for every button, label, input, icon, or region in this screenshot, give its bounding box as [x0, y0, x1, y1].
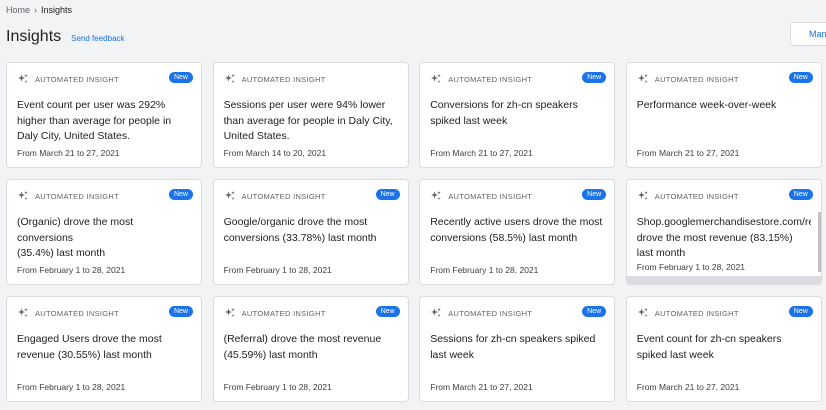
insight-text: (Organic) drove the most conversions (35… [17, 216, 134, 259]
insight-date: From March 21 to 27, 2021 [636, 382, 740, 392]
insight-date: From February 1 to 28, 2021 [223, 265, 332, 275]
insight-date: From February 1 to 28, 2021 [636, 262, 745, 272]
sparkle-icon [637, 74, 648, 83]
card-header: AUTOMATED INSIGHT [637, 190, 811, 202]
card-kind-label: AUTOMATED INSIGHT [241, 191, 326, 201]
insight-card[interactable]: AUTOMATED INSIGHT New Performance week-o… [625, 62, 822, 168]
card-kind-label: AUTOMATED INSIGHT [448, 308, 533, 318]
insight-date: From March 21 to 27, 2021 [17, 148, 120, 158]
new-badge: New [375, 306, 400, 317]
insight-date: From March 21 to 27, 2021 [636, 148, 740, 158]
card-header: AUTOMATED INSIGHT [430, 307, 604, 319]
insight-card[interactable]: AUTOMATED INSIGHT New Event count for zh… [625, 296, 822, 402]
insight-card[interactable]: AUTOMATED INSIGHT New Recently active us… [419, 179, 616, 285]
sparkle-icon [18, 308, 28, 317]
new-badge: New [788, 72, 813, 83]
card-header: AUTOMATED INSIGHT [224, 73, 398, 85]
new-badge: New [582, 306, 607, 317]
insight-card[interactable]: AUTOMATED INSIGHT New (Organic) drove th… [6, 179, 202, 285]
insight-text: Google/organic drove the most conversion… [223, 216, 377, 244]
sparkle-icon [18, 191, 28, 200]
card-header: AUTOMATED INSIGHT [430, 73, 604, 85]
new-badge: New [582, 189, 607, 200]
card-kind-label: AUTOMATED INSIGHT [35, 191, 119, 201]
insight-text: Conversions for zh-cn speakers spiked la… [430, 99, 578, 127]
new-badge: New [168, 72, 193, 83]
insights-grid: AUTOMATED INSIGHT New Event count per us… [6, 62, 822, 402]
title-row: Insights Send feedback [6, 28, 125, 46]
card-kind-label: AUTOMATED INSIGHT [654, 191, 739, 201]
sparkle-icon [18, 74, 28, 83]
insight-card[interactable]: AUTOMATED INSIGHT New Event count per us… [6, 62, 202, 168]
new-badge: New [168, 189, 193, 200]
insight-date: From February 1 to 28, 2021 [17, 382, 126, 392]
insight-text: Sessions for zh-cn speakers spiked last … [430, 333, 596, 361]
card-header: AUTOMATED INSIGHT [637, 307, 811, 319]
insight-text: (Referral) drove the most revenue (45.59… [223, 333, 382, 361]
insight-text: Performance week-over-week [636, 99, 777, 111]
card-header: AUTOMATED INSIGHT [224, 190, 398, 202]
insight-card[interactable]: AUTOMATED INSIGHT New (Referral) drove t… [212, 296, 409, 402]
card-kind-label: AUTOMATED INSIGHT [448, 74, 533, 84]
breadcrumb-current: Insights [41, 5, 73, 15]
sparkle-icon [431, 308, 441, 317]
new-badge: New [375, 189, 400, 200]
insight-text: Event count for zh-cn speakers spiked la… [636, 333, 782, 361]
insight-card[interactable]: AUTOMATED INSIGHT New Conversions for zh… [419, 62, 616, 168]
card-header: AUTOMATED INSIGHT [224, 307, 398, 319]
sparkle-icon [431, 74, 441, 83]
card-header: AUTOMATED INSIGHT [637, 73, 811, 85]
card-header: AUTOMATED INSIGHT [17, 73, 191, 85]
insight-text: Engaged Users drove the most revenue (30… [17, 333, 162, 361]
insight-date: From March 14 to 20, 2021 [223, 148, 327, 158]
insight-date: From February 1 to 28, 2021 [430, 265, 539, 275]
insight-date: From March 21 to 27, 2021 [430, 382, 533, 392]
insight-card[interactable]: AUTOMATED INSIGHT New Shop.googlemerchan… [625, 179, 822, 285]
card-kind-label: AUTOMATED INSIGHT [35, 308, 119, 318]
card-kind-label: AUTOMATED INSIGHT [654, 74, 739, 84]
sparkle-icon [637, 308, 648, 317]
insight-text: Shop.googlemerchandisestore.com/ref drov… [636, 216, 811, 259]
sparkle-icon [431, 191, 441, 200]
card-kind-label: AUTOMATED INSIGHT [241, 74, 326, 84]
insight-text: Recently active users drove the most con… [430, 216, 603, 244]
sparkle-icon [224, 191, 235, 200]
insight-text: Sessions per user were 94% lower than av… [223, 99, 393, 142]
breadcrumb-home[interactable]: Home [6, 5, 30, 15]
insight-card[interactable]: AUTOMATED INSIGHT Sessions per user were… [212, 62, 409, 168]
card-kind-label: AUTOMATED INSIGHT [654, 308, 739, 318]
insight-date: From February 1 to 28, 2021 [223, 382, 332, 392]
insight-date: From February 1 to 28, 2021 [17, 265, 126, 275]
new-badge: New [788, 306, 813, 317]
card-kind-label: AUTOMATED INSIGHT [241, 308, 326, 318]
card-header: AUTOMATED INSIGHT [430, 190, 604, 202]
breadcrumb: Home › Insights [6, 5, 72, 15]
card-header: AUTOMATED INSIGHT [17, 307, 191, 319]
sparkle-icon [224, 308, 235, 317]
page-title: Insights [6, 28, 62, 45]
insight-date: From March 21 to 27, 2021 [430, 148, 533, 158]
send-feedback-link[interactable]: Send feedback [71, 34, 124, 43]
new-badge: New [788, 189, 813, 200]
new-badge: New [582, 72, 607, 83]
manage-insights-button[interactable]: Mana [790, 22, 826, 46]
insight-card[interactable]: AUTOMATED INSIGHT New Engaged Users drov… [6, 296, 202, 402]
insight-card[interactable]: AUTOMATED INSIGHT New Sessions for zh-cn… [419, 296, 616, 402]
card-header: AUTOMATED INSIGHT [17, 190, 191, 202]
card-kind-label: AUTOMATED INSIGHT [35, 74, 119, 84]
new-badge: New [168, 306, 193, 317]
sparkle-icon [637, 191, 648, 200]
card-kind-label: AUTOMATED INSIGHT [448, 191, 533, 201]
chevron-right-icon: › [34, 5, 38, 15]
sparkle-icon [224, 74, 235, 83]
insight-card[interactable]: AUTOMATED INSIGHT New Google/organic dro… [212, 179, 409, 285]
insight-text: Event count per user was 292% higher tha… [17, 99, 172, 142]
